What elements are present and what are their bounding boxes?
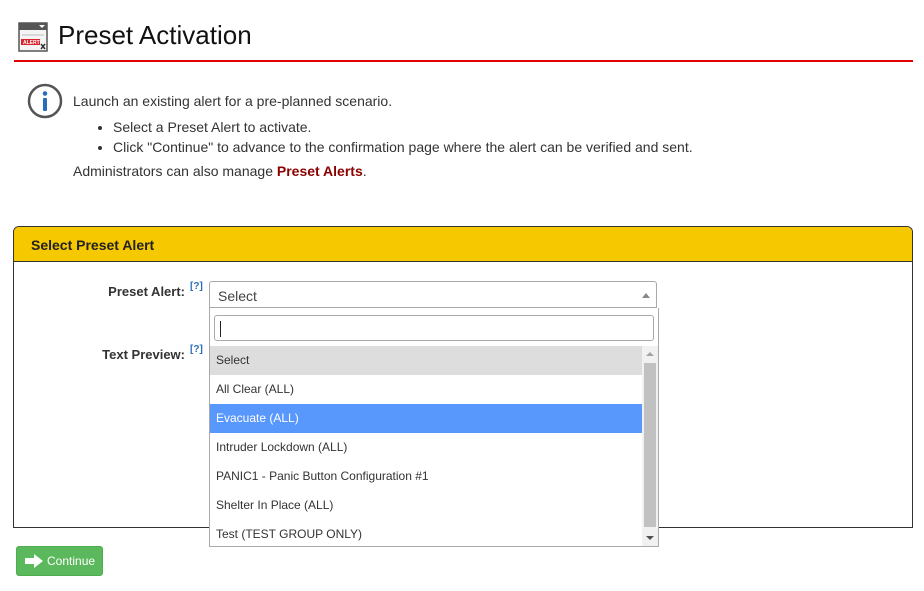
admin-note-prefix: Administrators can also manage <box>73 163 277 179</box>
alert-window-icon: ALERT <box>18 22 48 52</box>
panel-header: Select Preset Alert <box>14 227 912 262</box>
option-evacuate[interactable]: Evacuate (ALL) <box>210 404 642 433</box>
info-list: Select a Preset Alert to activate. Click… <box>73 117 693 157</box>
caret-up-icon <box>642 293 650 298</box>
info-icon <box>27 83 63 119</box>
scroll-down-arrow-icon[interactable] <box>646 536 654 540</box>
preset-alert-dropdown: Select All Clear (ALL) Evacuate (ALL) In… <box>209 308 659 547</box>
preset-alerts-link[interactable]: Preset Alerts <box>277 163 363 179</box>
scroll-up-arrow-icon[interactable] <box>646 352 654 356</box>
text-preview-label: Text Preview: <box>102 347 185 362</box>
select-value: Select <box>218 288 257 304</box>
admin-note: Administrators can also manage Preset Al… <box>73 163 367 179</box>
preset-alert-select[interactable]: Select <box>209 281 657 308</box>
continue-button[interactable]: Continue <box>16 546 103 576</box>
panel-title: Select Preset Alert <box>31 237 155 253</box>
options-list: Select All Clear (ALL) Evacuate (ALL) In… <box>210 346 642 549</box>
info-bullet: Select a Preset Alert to activate. <box>113 117 693 137</box>
page-title: Preset Activation <box>58 20 252 50</box>
preset-alert-help-link[interactable]: [?] <box>190 281 203 292</box>
continue-label: Continue <box>47 554 96 568</box>
text-cursor <box>220 321 221 337</box>
text-preview-help-link[interactable]: [?] <box>190 344 203 355</box>
preset-alert-label: Preset Alert: <box>108 284 185 299</box>
svg-text:ALERT: ALERT <box>23 40 40 46</box>
info-bullet: Click "Continue" to advance to the confi… <box>113 137 693 157</box>
page-header: ALERT Preset Activation <box>14 14 913 62</box>
dropdown-scrollbar[interactable] <box>642 346 658 546</box>
dropdown-search-input[interactable] <box>214 315 654 341</box>
option-shelter-in-place[interactable]: Shelter In Place (ALL) <box>210 491 642 520</box>
option-test[interactable]: Test (TEST GROUP ONLY) <box>210 520 642 549</box>
option-intruder-lockdown[interactable]: Intruder Lockdown (ALL) <box>210 433 642 462</box>
option-panic1[interactable]: PANIC1 - Panic Button Configuration #1 <box>210 462 642 491</box>
info-intro: Launch an existing alert for a pre-plann… <box>73 93 393 109</box>
arrow-right-icon <box>25 554 43 568</box>
scroll-thumb[interactable] <box>644 363 656 527</box>
admin-note-suffix: . <box>362 163 367 179</box>
option-all-clear[interactable]: All Clear (ALL) <box>210 375 642 404</box>
option-select[interactable]: Select <box>210 346 642 375</box>
